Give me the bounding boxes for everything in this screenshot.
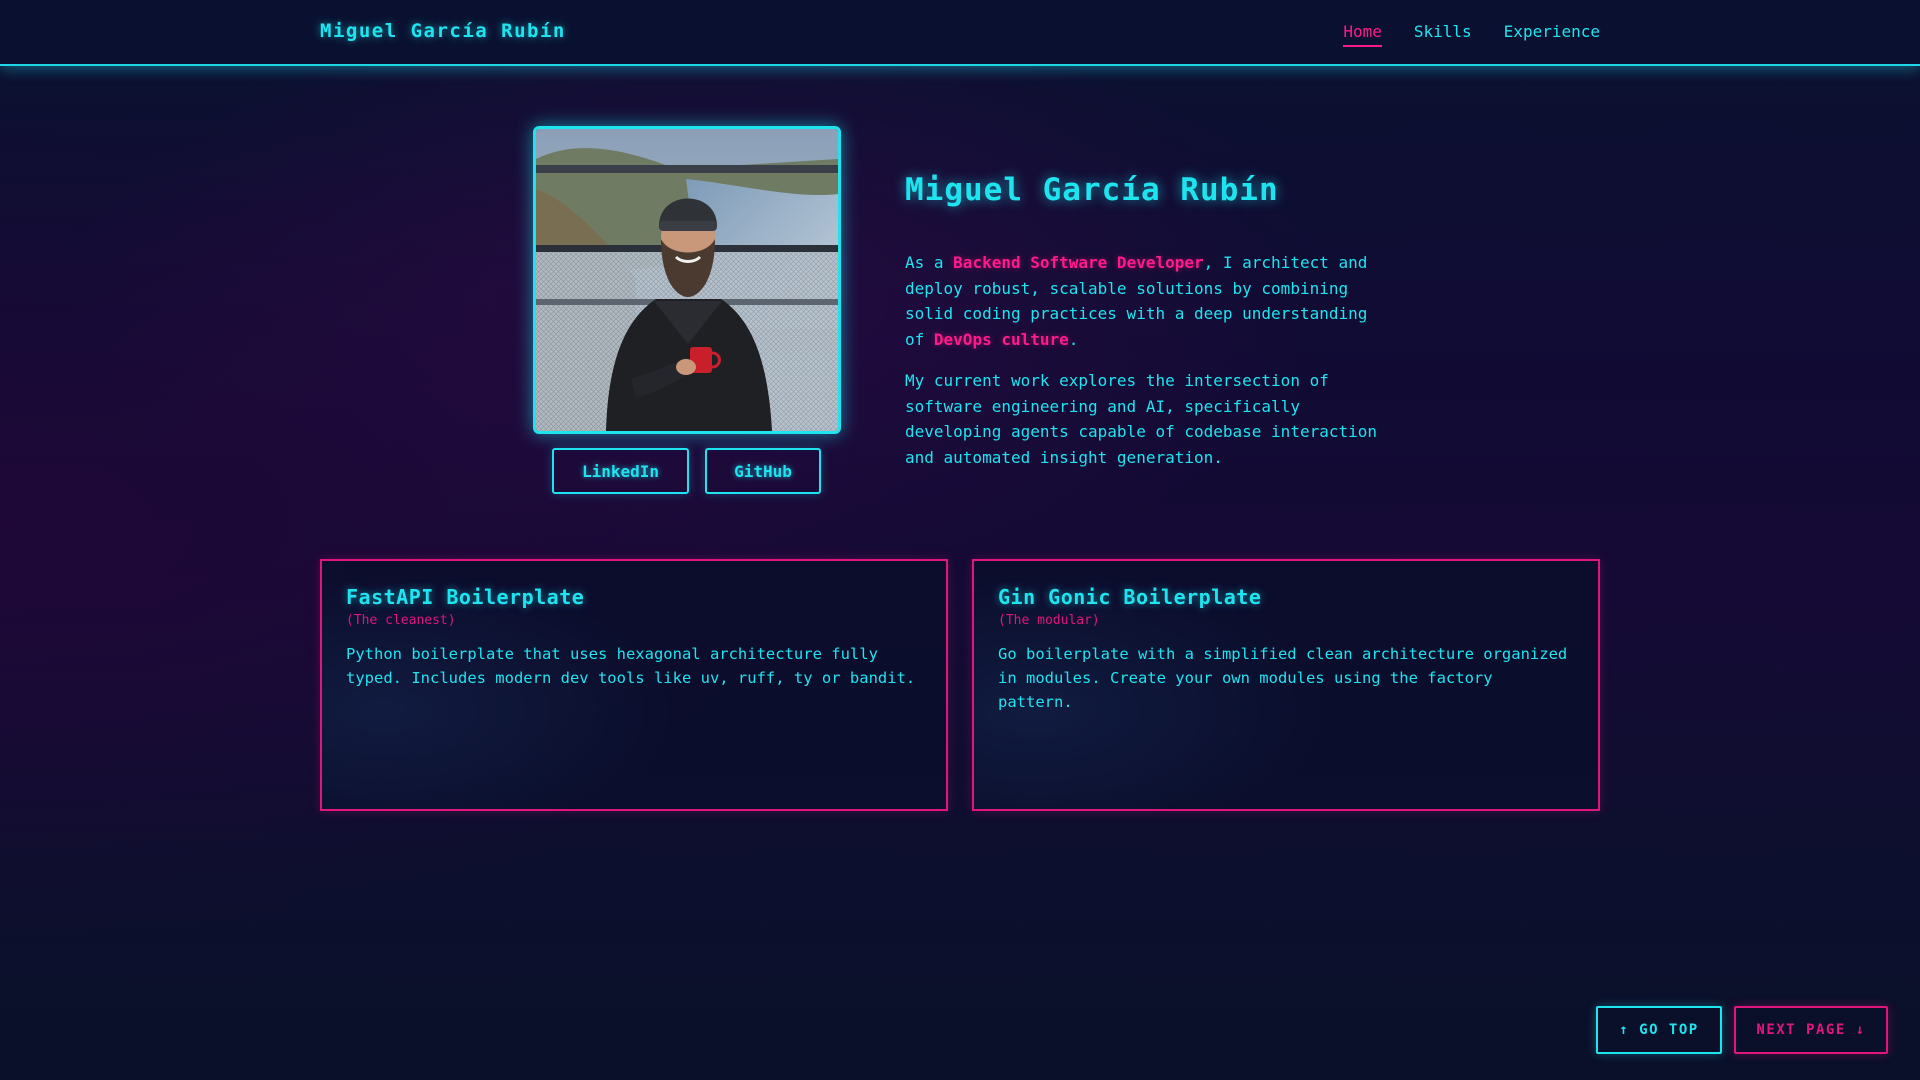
devops-highlight: DevOps culture	[933, 329, 1069, 349]
nav-experience-link[interactable]: Experience	[1504, 22, 1600, 47]
project-subtitle: (The modular)	[998, 613, 1100, 628]
nav-home-link[interactable]: Home	[1343, 22, 1382, 47]
next-page-button[interactable]: NEXT PAGE ↓	[1734, 1006, 1888, 1054]
main-nav: Home Skills Experience	[1343, 22, 1600, 47]
bio-paragraph-current-work: My current work explores the intersectio…	[905, 371, 1378, 467]
hero-name-heading: Miguel García Rubín	[905, 172, 1279, 208]
project-title: FastAPI Boilerplate	[346, 585, 585, 609]
site-brand[interactable]: Miguel García Rubín	[320, 20, 566, 42]
project-description: Go boilerplate with a simplified clean a…	[998, 645, 1568, 711]
linkedin-button[interactable]: LinkedIn	[552, 448, 689, 494]
github-button[interactable]: GitHub	[705, 448, 821, 494]
profile-photo	[536, 129, 838, 431]
top-navbar: Miguel García Rubín Home Skills Experien…	[0, 0, 1920, 66]
go-top-button[interactable]: ↑ GO TOP	[1596, 1006, 1722, 1054]
project-card-fastapi[interactable]: FastAPI Boilerplate (The cleanest) Pytho…	[320, 559, 948, 811]
project-card-gin-gonic[interactable]: Gin Gonic Boilerplate (The modular) Go b…	[972, 559, 1600, 811]
profile-photo-frame	[533, 126, 841, 434]
project-description: Python boilerplate that uses hexagonal a…	[346, 645, 916, 687]
bio-paragraph-intro: As a Backend Software Developer, I archi…	[905, 250, 1385, 352]
project-title: Gin Gonic Boilerplate	[998, 585, 1262, 609]
bio-intro-text: As a	[905, 253, 954, 272]
role-highlight: Backend Software Developer	[953, 253, 1204, 272]
nav-skills-link[interactable]: Skills	[1414, 22, 1472, 47]
bio-intro-text: .	[1068, 329, 1079, 349]
project-subtitle: (The cleanest)	[346, 613, 456, 628]
